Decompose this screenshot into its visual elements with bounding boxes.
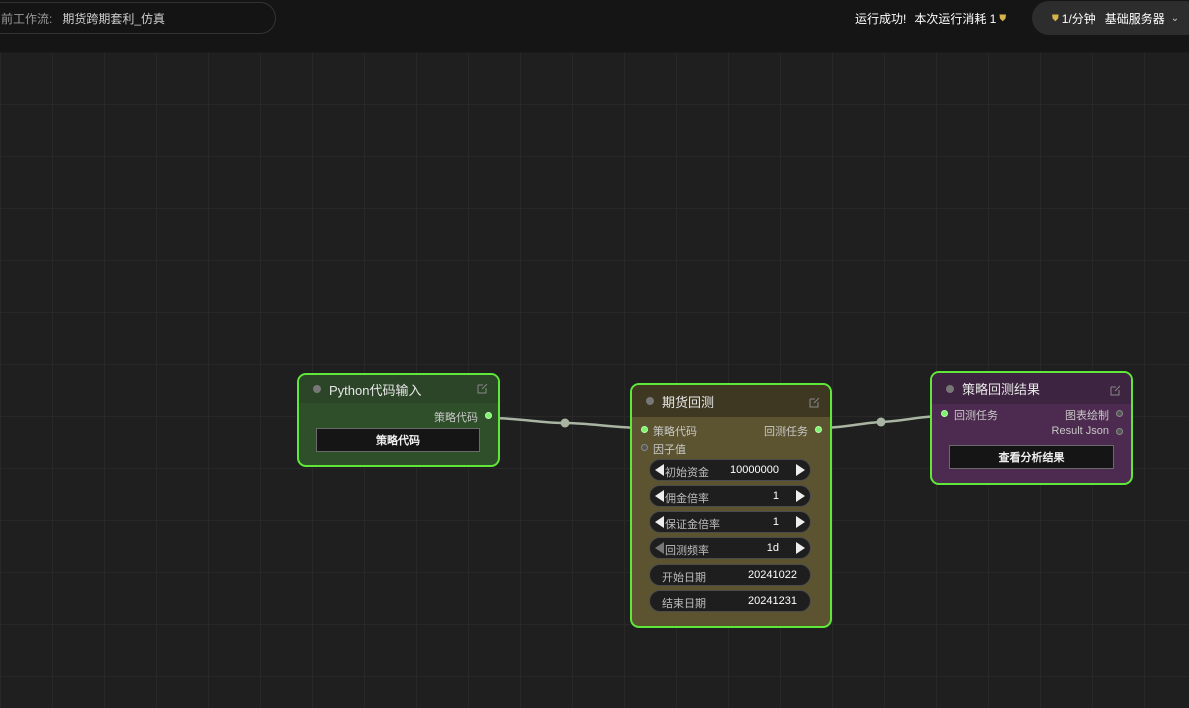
- widget-value: 20241231: [748, 595, 797, 607]
- futures-backtest-node[interactable]: 期货回测 策略代码 回测任务 因子值 初始资金 10000000 佣金倍率 1 …: [630, 383, 832, 628]
- start-date-widget[interactable]: 开始日期 20241022: [649, 564, 811, 586]
- node-header[interactable]: Python代码输入: [299, 375, 498, 403]
- widget-value: 10000000: [730, 464, 779, 476]
- edit-icon[interactable]: [809, 397, 820, 408]
- output-slot-label: 策略代码: [434, 412, 478, 424]
- decrement-arrow-icon[interactable]: [655, 464, 664, 476]
- input-port[interactable]: [941, 410, 948, 417]
- link-midpoint-handle[interactable]: [876, 417, 886, 427]
- increment-arrow-icon[interactable]: [796, 542, 805, 554]
- edit-icon[interactable]: [477, 383, 488, 394]
- widget-label: 结束日期: [662, 598, 706, 610]
- output-port[interactable]: [1116, 428, 1123, 435]
- input-slot[interactable]: 因子值: [632, 439, 830, 457]
- output-slot-label: 图表绘制: [1065, 410, 1109, 422]
- input-slot-label: 回测任务: [954, 410, 998, 422]
- output-port[interactable]: [485, 412, 492, 419]
- widget-label: 回测频率: [665, 545, 709, 557]
- input-slot-label: 因子值: [653, 444, 686, 456]
- widget-value: 1: [772, 490, 779, 502]
- widget-label: 保证金倍率: [665, 519, 720, 531]
- increment-arrow-icon[interactable]: [796, 516, 805, 528]
- link-layer: [488, 414, 945, 430]
- output-slot-label: 回测任务: [764, 426, 808, 438]
- node-title: Python代码输入: [329, 382, 422, 398]
- input-port[interactable]: [641, 444, 648, 451]
- slot-row: 回测任务 图表绘制: [932, 405, 1131, 423]
- end-date-widget[interactable]: 结束日期 20241231: [649, 590, 811, 612]
- collapse-dot-icon[interactable]: [646, 397, 654, 405]
- backtest-result-node[interactable]: 策略回测结果 回测任务 图表绘制 Result Json 查看分析结果: [930, 371, 1133, 485]
- margin-rate-widget[interactable]: 保证金倍率 1: [649, 511, 811, 533]
- widget-label: 开始日期: [662, 572, 706, 584]
- decrement-arrow-icon[interactable]: [655, 516, 664, 528]
- node-header[interactable]: 期货回测: [632, 385, 830, 417]
- initial-capital-widget[interactable]: 初始资金 10000000: [649, 459, 811, 481]
- link-midpoint-handle[interactable]: [560, 418, 570, 428]
- output-port[interactable]: [1116, 410, 1123, 417]
- collapse-dot-icon[interactable]: [313, 385, 321, 393]
- decrement-arrow-icon[interactable]: [655, 490, 664, 502]
- input-port[interactable]: [641, 426, 648, 433]
- widget-label: 初始资金: [665, 467, 709, 479]
- decrement-arrow-icon[interactable]: [655, 542, 664, 554]
- slot-row: Result Json: [932, 423, 1131, 441]
- output-slot[interactable]: 策略代码: [299, 407, 498, 425]
- input-slot-label: 策略代码: [653, 426, 697, 438]
- commission-rate-widget[interactable]: 佣金倍率 1: [649, 485, 811, 507]
- edit-icon[interactable]: [1110, 385, 1121, 396]
- collapse-dot-icon[interactable]: [946, 384, 954, 393]
- strategy-code-button[interactable]: 策略代码: [316, 428, 480, 452]
- node-title: 期货回测: [662, 394, 715, 410]
- widget-value: 20241022: [748, 569, 797, 581]
- node-title: 策略回测结果: [962, 382, 1041, 397]
- increment-arrow-icon[interactable]: [796, 490, 805, 502]
- output-port[interactable]: [815, 426, 822, 433]
- view-analysis-button[interactable]: 查看分析结果: [949, 445, 1114, 469]
- backtest-frequency-widget[interactable]: 回测频率 1d: [649, 537, 811, 559]
- node-header[interactable]: 策略回测结果: [932, 373, 1131, 404]
- widget-label: 佣金倍率: [665, 493, 709, 505]
- widget-value: 1d: [766, 542, 779, 554]
- python-code-node[interactable]: Python代码输入 策略代码 策略代码: [297, 373, 500, 467]
- widget-value: 1: [772, 516, 779, 528]
- input-slot[interactable]: 策略代码 回测任务: [632, 421, 830, 439]
- increment-arrow-icon[interactable]: [796, 464, 805, 476]
- output-slot-label: Result Json: [1051, 425, 1109, 437]
